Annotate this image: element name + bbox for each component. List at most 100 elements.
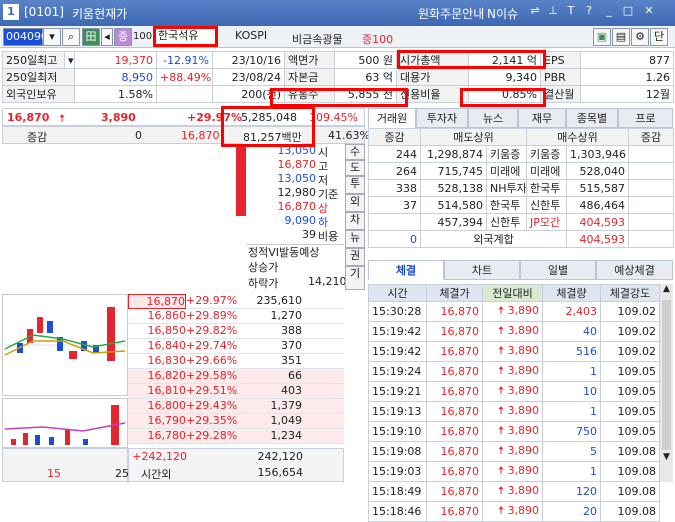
trade-body: 15:30:28 16,870 🠅 3,890 2,403 109.02 15:19:42… [368, 301, 660, 522]
scroll-down-icon[interactable]: ▼ [660, 452, 673, 466]
tab-program[interactable]: 프로 [618, 108, 673, 128]
krw-order-link[interactable]: 원화주문안내 [418, 5, 484, 22]
summary-row: 16,870 상 [277, 200, 329, 215]
grid-icon[interactable]: 田 [82, 28, 100, 46]
bottom-total: 242,120 [257, 450, 304, 463]
side-btn-nyu[interactable]: 뉴 [345, 230, 365, 248]
prev-icon[interactable]: ◂ [101, 28, 113, 46]
candle [37, 317, 43, 333]
orderbook-row: 16,800 +29.43% 1,379 [128, 399, 344, 414]
code-dropdown-icon[interactable]: ▾ [43, 28, 61, 46]
broker-row: 244 1,298,874 키움증 키움증 1,303,946 [368, 145, 675, 163]
close-icon[interactable]: ✕ [641, 4, 657, 21]
tab-chart[interactable]: 차트 [444, 260, 520, 280]
margin-tag: 증 [114, 28, 132, 46]
mini-chart-candle [2, 294, 128, 396]
broker-row: 338 528,138 NH투자 한국투 515,587 [368, 179, 675, 197]
scroll-up-icon[interactable]: ▲ [660, 284, 673, 298]
tab-investor[interactable]: 투자자 [416, 108, 468, 128]
orderbook-row: 16,850 +29.82% 388 [128, 324, 344, 339]
text-size-icon[interactable]: T [563, 4, 579, 21]
window-number: 1 [3, 4, 19, 20]
trade-row: 15:30:28 16,870 🠅 3,890 2,403 109.02 [368, 301, 660, 322]
search-icon[interactable]: ⌕ [62, 28, 80, 46]
stock-code-input[interactable]: 004090 [3, 28, 48, 46]
volume-rate: 109.45% [309, 111, 358, 124]
candle [69, 351, 77, 359]
summary-list: 13,050 시 16,870 고 13,050 저 12,980 기준 16,870 상… [250, 144, 344, 243]
tab-broker[interactable]: 거래원 [368, 108, 416, 128]
volume: 5,285,048 [241, 111, 297, 124]
candle [107, 307, 115, 361]
green-box-icon[interactable]: ▣ [593, 28, 611, 46]
trade-row: 15:19:42 16,870 🠅 3,890 40 109.02 [368, 321, 660, 342]
up-arrow-icon: 🠅 [497, 484, 508, 497]
tab-expected[interactable]: 예상체결 [596, 260, 673, 280]
red-gauge [236, 144, 246, 216]
side-btn-su[interactable]: 수 [345, 144, 365, 160]
issue-link[interactable]: N이슈 [487, 5, 518, 22]
broker-header: 증감 매도상위 매수상위 증감 [368, 128, 675, 146]
vi-down-label: 하락가 [248, 277, 279, 290]
trade-row: 15:19:03 16,870 🠅 3,890 1 109.08 [368, 461, 660, 482]
trade-table: 시간 체결가 전일대비 체결량 체결강도 15:30:28 16,870 🠅 3,8… [368, 284, 660, 522]
info-row-foreign: 외국인보유 1.58% 200(천) 유통수 5,855 천 신용비율 0.85… [2, 85, 674, 103]
help-icon[interactable]: ? [581, 4, 597, 21]
up-arrow-icon: 🠅 [497, 424, 508, 437]
minimize-icon[interactable]: _ [601, 4, 617, 21]
price-change: 3,890 [101, 111, 136, 124]
trade-row: 15:18:46 16,870 🠅 3,890 20 109.08 [368, 501, 660, 522]
orderbook-row: 16,860 +29.89% 1,270 [128, 309, 344, 324]
up-arrow-icon: 🠅 [497, 404, 508, 417]
price-row: 16,870 🠅 3,890 +29.97% 5,285,048 109.45% [2, 108, 365, 126]
side-btn-tu[interactable]: 투 [345, 176, 365, 194]
diff-label: 증감 [27, 131, 48, 144]
single-button[interactable]: 단 [650, 28, 668, 46]
dropdown-icon[interactable]: ▾ [64, 51, 75, 69]
orderbook-row: 16,810 +29.51% 403 [128, 384, 344, 399]
gear-icon[interactable]: ⚙ [631, 28, 649, 46]
info-row-low: 250일최저 8,950 +88.49% 23/08/24 자본금 63 억 대… [2, 68, 674, 86]
summary-row: 9,090 하 [284, 214, 329, 229]
left-value-2: 25 [115, 467, 129, 480]
broker-row: 457,394 신한투 JP모간 404,593 [368, 213, 675, 231]
tab-daily[interactable]: 일별 [520, 260, 596, 280]
tab-trade[interactable]: 체결 [368, 260, 444, 280]
tab-by-stock[interactable]: 종목별 [566, 108, 618, 128]
candle-chart-svg [4, 307, 126, 361]
side-btn-oe[interactable]: 외 [345, 194, 365, 212]
side-btn-gi[interactable]: 기 [345, 266, 365, 290]
up-arrow-icon: 🠅 [497, 384, 508, 397]
maximize-icon[interactable]: □ [620, 4, 636, 21]
trade-row: 15:18:49 16,870 🠅 3,890 120 109.08 [368, 481, 660, 502]
trade-tabs: 체결 차트 일별 예상체결 [368, 260, 673, 280]
orderbook: 16,870 +29.97% 235,610 16,860 +29.89% 1,270 … [128, 294, 344, 444]
summary-row: 13,050 시 [277, 144, 329, 159]
side-btn-gwon[interactable]: 권 [345, 248, 365, 266]
up-arrow-icon: 🠅 [497, 324, 508, 337]
orderbook-row: 16,840 +29.74% 370 [128, 339, 344, 354]
orderbook-left-bottom: 15 25 [2, 448, 129, 482]
title-bar: 1 [0101] 키움현재가 원화주문안내 N이슈 ⇌ ⊥ T ? _ □ ✕ [0, 0, 675, 26]
broker-table: 증감 매도상위 매수상위 증감 244 1,298,874 키움증 키움증 1,303,… [368, 128, 675, 248]
vi-up-label: 상승가 [248, 261, 279, 274]
vi-title: 정적VI발동예상 [248, 246, 320, 259]
layout-icon[interactable]: ▤ [612, 28, 630, 46]
price-row-2: 증감 0 16,870 81,257백만 41.63% [2, 126, 370, 145]
pin-icon[interactable]: ⊥ [545, 4, 561, 21]
tab-finance[interactable]: 재무 [518, 108, 566, 128]
side-btn-do[interactable]: 도 [345, 160, 365, 176]
stock-name: 한국석유 [155, 28, 217, 46]
scroll-thumb[interactable] [662, 300, 671, 450]
trade-row: 15:19:21 16,870 🠅 3,890 10 109.05 [368, 381, 660, 402]
summary-row: 12,980 기준 [277, 186, 339, 201]
side-btn-cha[interactable]: 차 [345, 212, 365, 230]
foreign-total-row: 0 외국계합 404,593 [368, 230, 675, 248]
tab-news[interactable]: 뉴스 [468, 108, 518, 128]
window-title: 키움현재가 [72, 7, 128, 21]
orderbook-row: 16,870 +29.97% 235,610 [128, 294, 344, 309]
vi-down-value: 14,210 [308, 275, 347, 288]
link-icon[interactable]: ⇌ [527, 4, 543, 21]
trade-scrollbar[interactable]: ▲ ▼ [659, 284, 673, 482]
orderbook-row: 16,790 +29.35% 1,049 [128, 414, 344, 429]
